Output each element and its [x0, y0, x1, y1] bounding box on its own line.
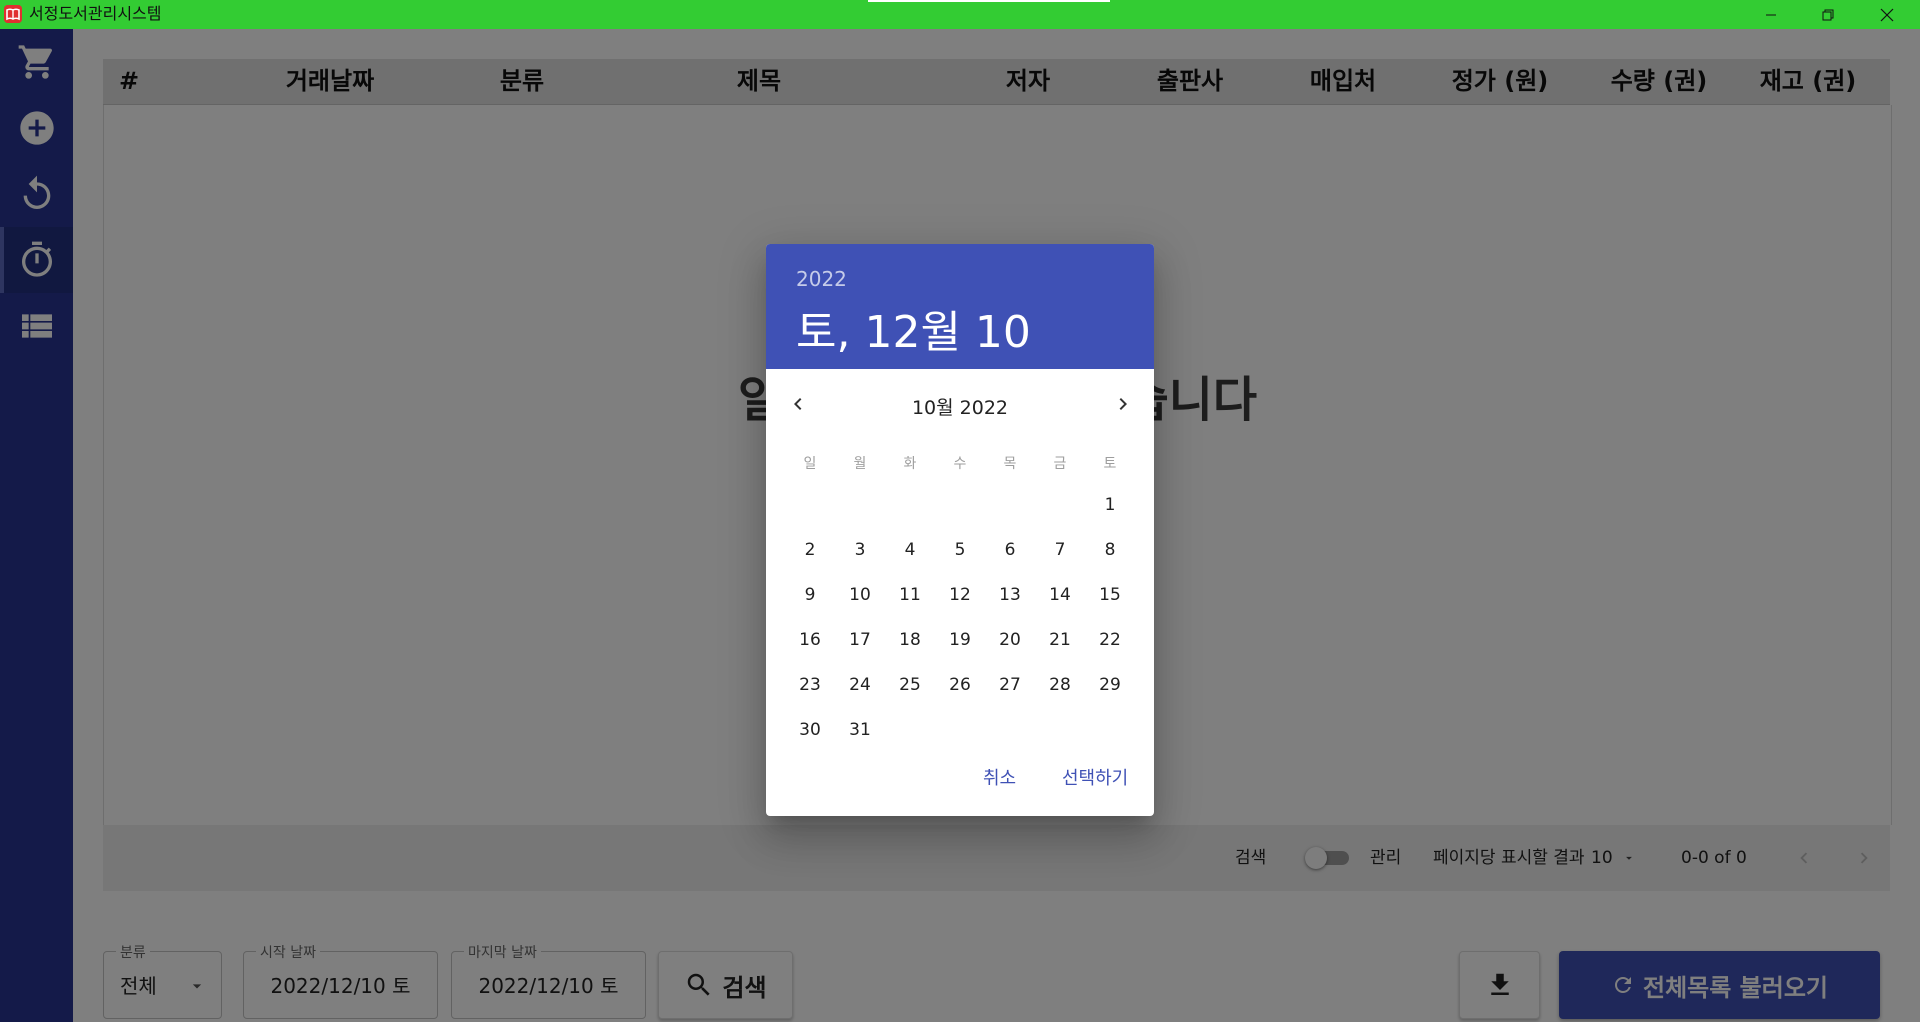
month-navigation: 10월 2022 — [766, 369, 1154, 439]
calendar-day[interactable]: 26 — [940, 667, 980, 703]
calendar-day[interactable]: 7 — [1040, 532, 1080, 568]
calendar-day[interactable]: 9 — [790, 577, 830, 613]
weekday-label: 월 — [853, 456, 867, 472]
weekday-label: 수 — [953, 456, 967, 472]
calendar-day[interactable]: 8 — [1090, 532, 1130, 568]
calendar-day[interactable]: 15 — [1090, 577, 1130, 613]
next-month-button[interactable] — [1106, 387, 1140, 421]
calendar-day[interactable]: 5 — [940, 532, 980, 568]
calendar-day[interactable]: 12 — [940, 577, 980, 613]
weekday-label: 목 — [1003, 456, 1017, 472]
chevron-right-icon — [1119, 398, 1127, 410]
calendar-day[interactable]: 29 — [1090, 667, 1130, 703]
ok-button[interactable]: 선택하기 — [1062, 764, 1128, 790]
title-bar-drag-area — [868, 0, 1110, 2]
window-title: 서정도서관리시스템 — [29, 4, 162, 23]
calendar-day[interactable]: 31 — [840, 712, 880, 748]
date-picker-header: 2022 토, 12월 10 — [766, 244, 1154, 369]
calendar-day[interactable]: 13 — [990, 577, 1030, 613]
calendar-day[interactable]: 11 — [890, 577, 930, 613]
weekday-label: 일 — [803, 456, 817, 472]
calendar-day[interactable]: 30 — [790, 712, 830, 748]
calendar-day[interactable]: 22 — [1090, 622, 1130, 658]
calendar-day[interactable]: 4 — [890, 532, 930, 568]
calendar-day[interactable]: 28 — [1040, 667, 1080, 703]
calendar-day[interactable]: 10 — [840, 577, 880, 613]
calendar-day[interactable]: 3 — [840, 532, 880, 568]
calendar-day[interactable]: 2 — [790, 532, 830, 568]
restore-icon — [1822, 9, 1834, 20]
calendar-day[interactable]: 14 — [1040, 577, 1080, 613]
minimize-icon — [1766, 14, 1776, 15]
calendar-day[interactable]: 17 — [840, 622, 880, 658]
cancel-button[interactable]: 취소 — [983, 764, 1016, 790]
calendar-day[interactable]: 18 — [890, 622, 930, 658]
picker-selected-date[interactable]: 토, 12월 10 — [796, 296, 1031, 360]
month-label: 10월 2022 — [911, 397, 1009, 419]
title-bar: 서정도서관리시스템 — [0, 0, 1920, 29]
calendar-day[interactable]: 21 — [1040, 622, 1080, 658]
calendar-day[interactable]: 16 — [790, 622, 830, 658]
close-button[interactable] — [1864, 0, 1910, 29]
picker-year[interactable]: 2022 — [796, 267, 847, 291]
calendar-day[interactable]: 27 — [990, 667, 1030, 703]
close-icon — [1880, 8, 1894, 21]
date-picker-dialog: 2022 토, 12월 10 10월 2022 일 월 화 수 목 금 토 12… — [766, 244, 1154, 816]
calendar-day[interactable]: 6 — [990, 532, 1030, 568]
calendar-day[interactable]: 25 — [890, 667, 930, 703]
calendar-day[interactable]: 1 — [1090, 487, 1130, 523]
calendar-day[interactable]: 24 — [840, 667, 880, 703]
restore-button[interactable] — [1805, 0, 1851, 29]
minimize-button[interactable] — [1748, 0, 1794, 29]
book-icon — [4, 5, 22, 23]
weekday-label: 화 — [903, 456, 917, 472]
weekday-label: 금 — [1053, 456, 1067, 472]
calendar-day[interactable]: 20 — [990, 622, 1030, 658]
weekday-label: 토 — [1103, 456, 1117, 472]
calendar-day[interactable]: 19 — [940, 622, 980, 658]
calendar-day[interactable]: 23 — [790, 667, 830, 703]
